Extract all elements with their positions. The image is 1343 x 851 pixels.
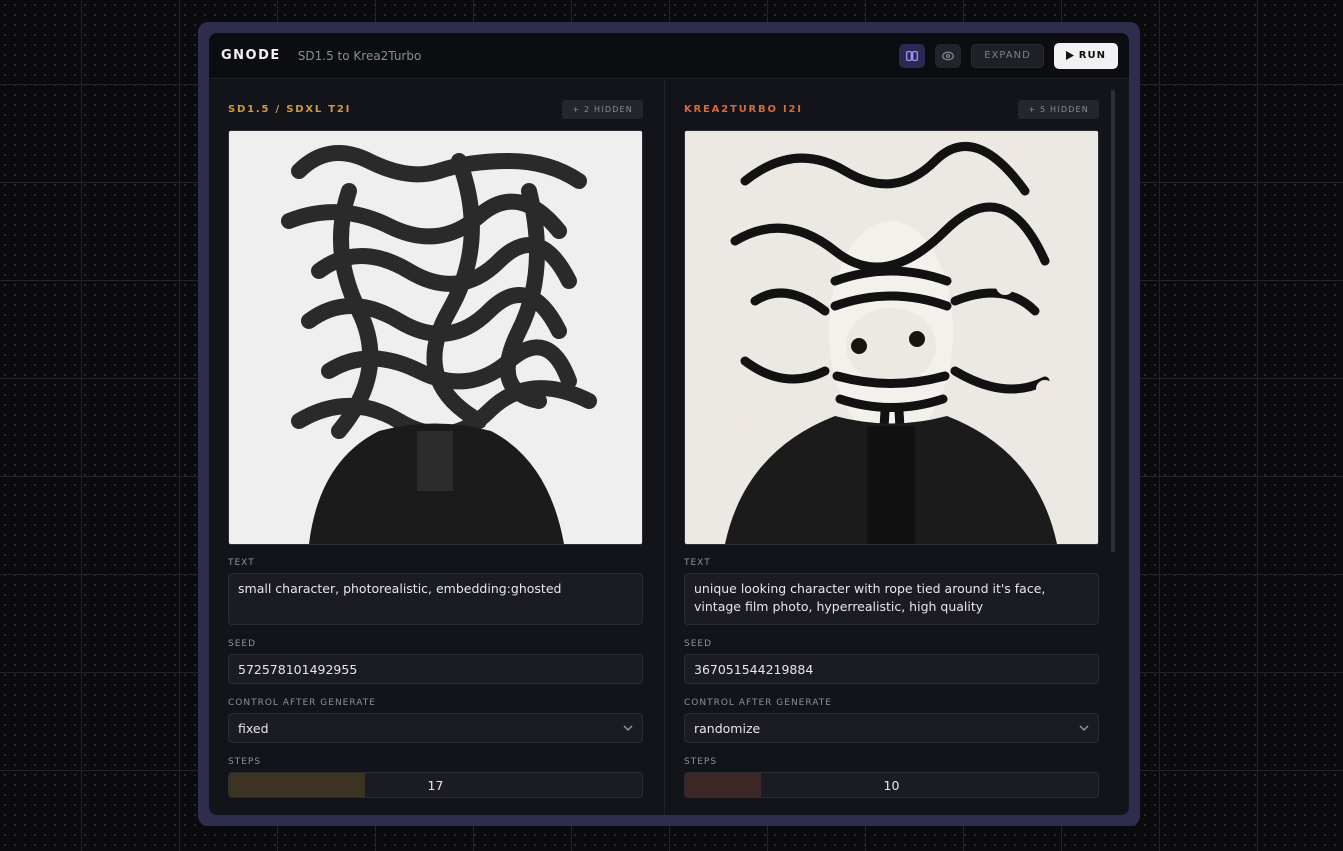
split-view-button[interactable] [899,43,926,68]
hidden-inputs-toggle[interactable]: + 5 HIDDEN [1018,99,1099,119]
chevron-down-icon [1079,725,1089,731]
node-columns: SD1.5 / SDXL T2I + 2 HIDDEN TEXT small c… [209,80,1129,815]
steps-field-label: STEPS [228,757,262,767]
run-button[interactable]: RUN [1053,42,1118,69]
output-image[interactable] [228,130,643,545]
seed-field-label: SEED [228,639,257,649]
steps-value: 17 [427,777,444,793]
prompt-textarea[interactable]: unique looking character with rope tied … [684,573,1099,625]
expand-button[interactable]: EXPAND [971,43,1044,68]
play-icon [1065,51,1074,60]
seed-input[interactable]: 572578101492955 [228,654,643,684]
brand-title: GNODE [221,48,281,63]
text-field-label: TEXT [684,558,711,568]
control-value: randomize [694,720,761,736]
control-after-generate-select[interactable]: randomize [684,713,1099,743]
header: GNODE SD1.5 to Krea2Turbo EXPAND RUN [209,33,1129,79]
steps-value: 10 [883,777,900,793]
node-window: GNODE SD1.5 to Krea2Turbo EXPAND RUN SD1… [209,33,1129,815]
column-sd15: SD1.5 / SDXL T2I + 2 HIDDEN TEXT small c… [209,80,664,815]
steps-slider[interactable]: 10 [684,772,1099,798]
chevron-down-icon [623,725,633,731]
prompt-textarea[interactable]: small character, photorealistic, embeddi… [228,573,643,625]
hidden-inputs-toggle[interactable]: + 2 HIDDEN [562,99,643,119]
control-field-label: CONTROL AFTER GENERATE [228,698,376,708]
output-image[interactable] [684,130,1099,545]
steps-slider[interactable]: 17 [228,772,643,798]
text-field-label: TEXT [228,558,255,568]
preview-button[interactable] [935,43,962,68]
column-header: SD1.5 / SDXL T2I + 2 HIDDEN [228,98,643,120]
control-field-label: CONTROL AFTER GENERATE [684,698,832,708]
split-view-icon [906,50,919,61]
seed-field-label: SEED [684,639,713,649]
node-frame: GNODE SD1.5 to Krea2Turbo EXPAND RUN SD1… [198,22,1140,826]
steps-field-label: STEPS [684,757,718,767]
run-label: RUN [1078,50,1106,61]
column-header: KREA2TURBO I2I + 5 HIDDEN [684,98,1099,120]
column-title: KREA2TURBO I2I [684,103,803,115]
control-after-generate-select[interactable]: fixed [228,713,643,743]
generated-image-abstract [229,131,642,544]
seed-value: 367051544219884 [694,661,814,677]
seed-value: 572578101492955 [238,661,358,677]
column-title: SD1.5 / SDXL T2I [228,103,352,115]
column-krea2turbo: KREA2TURBO I2I + 5 HIDDEN TEXT unique lo… [664,80,1119,815]
scrollbar[interactable] [1111,90,1115,552]
eye-icon [942,51,955,60]
control-value: fixed [238,720,269,736]
workflow-subtitle: SD1.5 to Krea2Turbo [297,48,422,63]
seed-input[interactable]: 367051544219884 [684,654,1099,684]
generated-image-rope-character [685,131,1098,544]
